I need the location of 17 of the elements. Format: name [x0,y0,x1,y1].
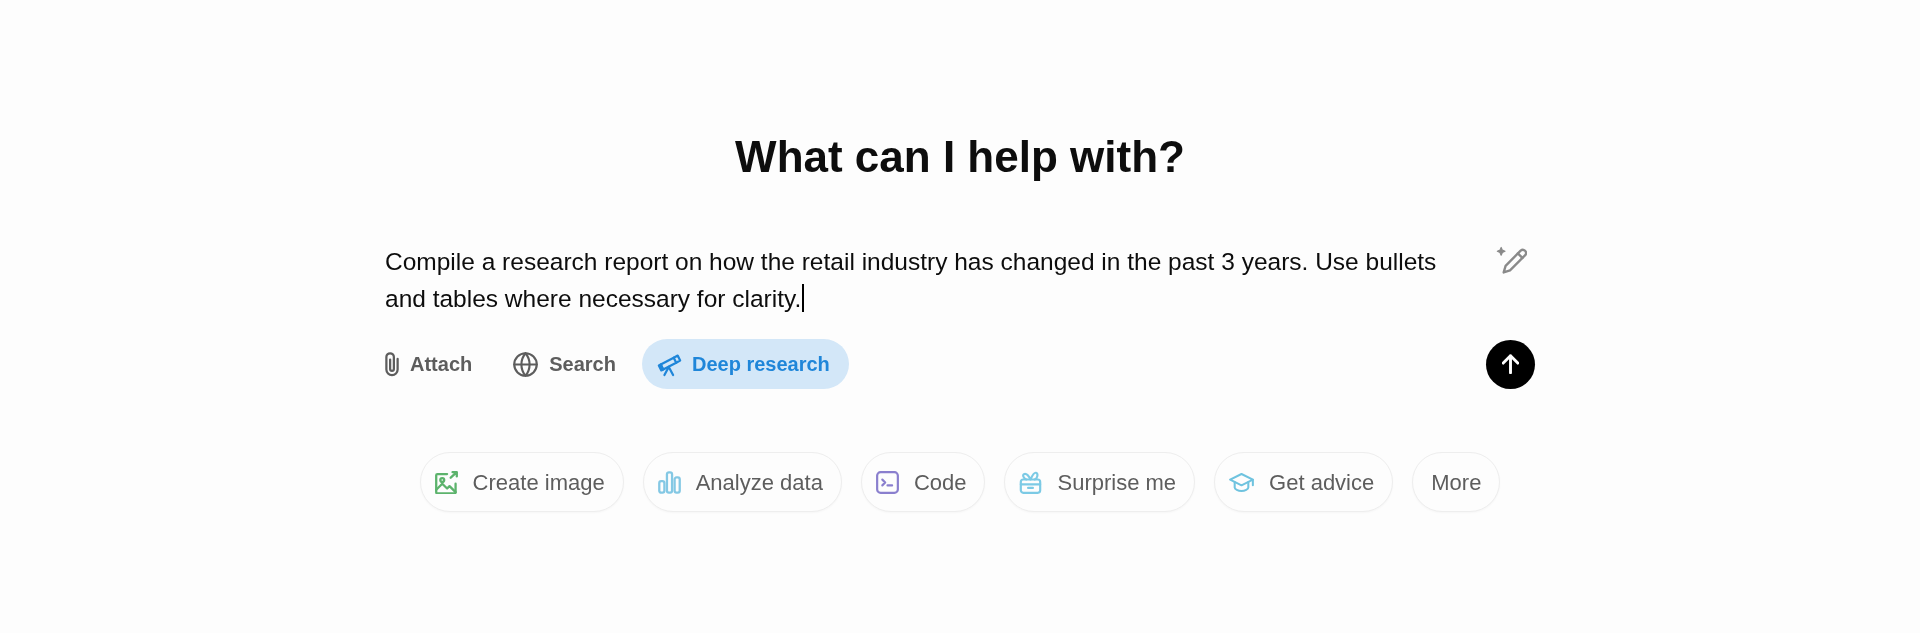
suggestion-button[interactable]: Surprise me [1004,452,1196,512]
suggestion-button[interactable]: Get advice [1214,452,1394,512]
paperclip-icon [385,351,399,377]
arrow-up-icon [1502,354,1519,374]
tool-button[interactable]: Search [498,339,631,389]
send-button[interactable] [1486,339,1535,389]
suggestion-button[interactable]: Analyze data [642,452,842,512]
prompt-field[interactable]: Compile a research report on how the retail industry has changed in the past 3 years. Use bullets and tables where necessary for clarity. [385,243,1484,317]
text-cursor [802,284,805,312]
tool-button[interactable]: Attach [370,339,488,389]
telescope-icon [656,351,683,377]
suggestion-button[interactable]: Code [860,452,986,512]
page-heading: What can I help with? [735,131,1185,183]
sparkle-pencil-icon[interactable] [1496,246,1527,277]
suggestion-button[interactable]: More [1412,452,1501,512]
suggestion-button[interactable]: Create image [419,452,624,512]
globe-icon [513,351,539,377]
